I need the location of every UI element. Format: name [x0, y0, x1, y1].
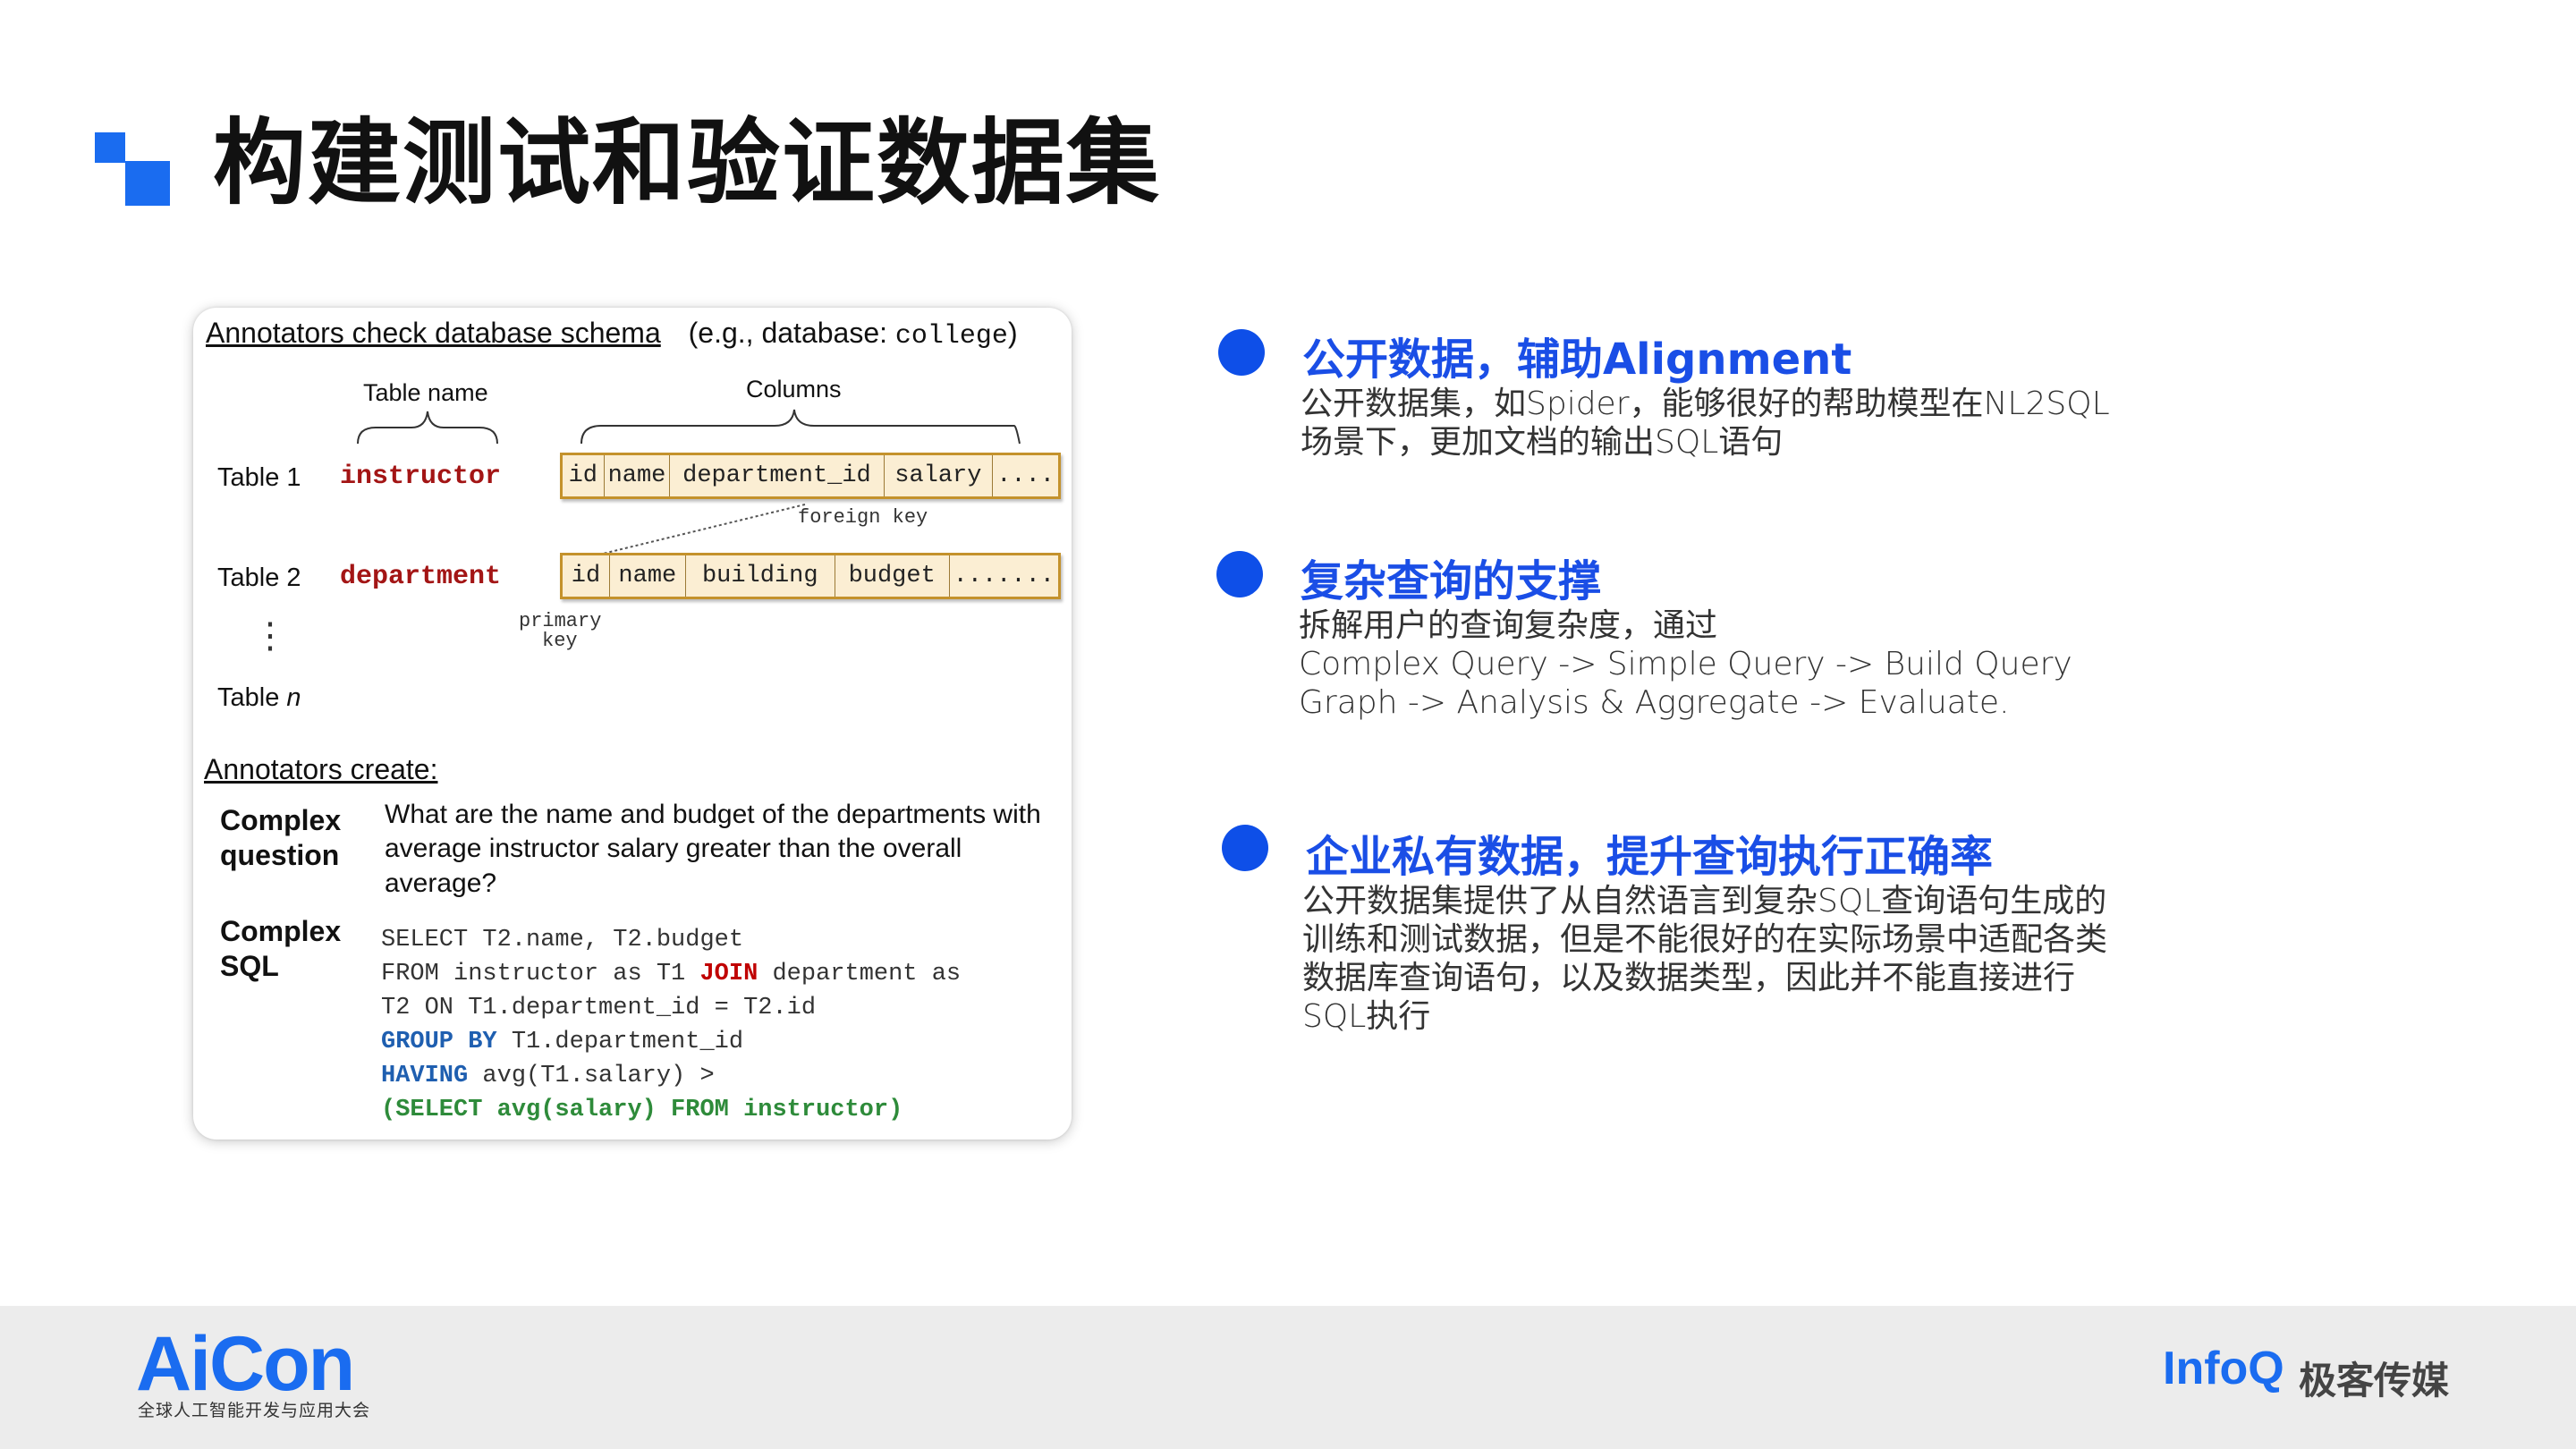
complex-question-label-line-2: question: [220, 839, 340, 872]
aicon-subtitle: 全球人工智能开发与应用大会: [138, 1401, 371, 1420]
sql-line-4: GROUP BY T1.department_id: [381, 1025, 961, 1059]
bullet-3-line-2: 训练和测试数据，但是不能很好的在实际场景中适配各类: [1302, 921, 2108, 958]
bullet-2-line-3: Graph -> Analysis & Aggregate -> Evaluat…: [1299, 684, 2010, 721]
table-2-column-more: .......: [953, 563, 1055, 589]
table-2-column-id: id: [563, 555, 610, 597]
complex-sql-label-line-1: Complex: [220, 915, 342, 947]
table-1-column-more: ....: [996, 462, 1055, 489]
table-1-column-name: name: [605, 455, 671, 496]
bullet-1-dot: [1218, 329, 1265, 376]
title-logo-large-square: [125, 161, 170, 206]
bullet-1-line-1: 公开数据集，如Spider，能够很好的帮助模型在NL2SQL: [1301, 386, 2110, 422]
sql-keyword-having: HAVING: [381, 1063, 469, 1089]
sql-line-5: HAVING avg(T1.salary) >: [381, 1059, 961, 1093]
infoq-geek-media-logo: 极客传媒: [2299, 1359, 2450, 1402]
annotators-create-header: Annotators create:: [204, 753, 438, 785]
complex-question-label-line-1: Complex: [220, 804, 342, 836]
sql-line-4-rest: T1.department_id: [496, 1029, 744, 1055]
bullet-3-title: 企业私有数据，提升查询执行正确率: [1306, 832, 1994, 882]
complex-question-text: What are the name and budget of the depa…: [385, 800, 1041, 898]
foreign-key-link: [598, 504, 806, 555]
bullet-2-dot: [1216, 551, 1263, 597]
table-1-name: instructor: [340, 462, 502, 492]
aicon-logo: AiCon: [136, 1321, 355, 1407]
table-2-column-name: name: [610, 555, 686, 597]
table-1-column-department-id: department_id: [670, 455, 885, 496]
foreign-key-label: foreign key: [798, 506, 928, 529]
schema-braces-and-links: [357, 409, 1021, 555]
page-title: 构建测试和验证数据集: [213, 108, 1162, 217]
sql-line-3: T2 ON T1.department_id = T2.id: [381, 995, 817, 1021]
columns-brace: [580, 409, 1021, 445]
schema-figure-card: Annotators check database schema (e.g., …: [193, 308, 1072, 1140]
table-2-column-budget: budget: [835, 555, 950, 597]
bullet-2-body: 拆解用户的查询复杂度，通过 Complex Query -> Simple Qu…: [1299, 606, 2072, 722]
table-n-label: Table n: [217, 683, 301, 713]
sql-line-5-rest: avg(T1.salary) >: [468, 1063, 715, 1089]
sql-keyword-group-by: GROUP BY: [381, 1029, 497, 1055]
bullet-2-title: 复杂查询的支撑: [1301, 556, 1602, 606]
sql-line-2: FROM instructor as T1 JOIN department as: [381, 957, 961, 991]
table-2-label: Table 2: [217, 564, 301, 592]
bullet-2-line-2: Complex Query -> Simple Query -> Build Q…: [1299, 646, 2072, 682]
bullet-3-dot: [1222, 825, 1268, 871]
complex-sql-label: Complex SQL: [220, 914, 341, 984]
complex-question-label: Complex question: [220, 803, 341, 873]
table-1-column-salary: salary: [885, 455, 994, 496]
bullet-3-body: 公开数据集提供了从自然语言到复杂SQL查询语句生成的 训练和测试数据，但是不能很…: [1302, 882, 2107, 1036]
bullet-2-line-1: 拆解用户的查询复杂度，通过: [1299, 607, 1718, 644]
bullet-3-line-3: 数据库查询语句，以及数据类型，因此并不能直接进行: [1302, 960, 2076, 996]
sql-line-2-part-b: department as: [758, 961, 962, 987]
complex-sql-code: SELECT T2.name, T2.budget FROM instructo…: [381, 923, 961, 1127]
title-logo-small-square: [95, 132, 125, 163]
bullet-1-body: 公开数据集，如Spider，能够很好的帮助模型在NL2SQL 场景下，更加文档的…: [1301, 385, 2110, 462]
more-tables-dots: ⋮: [252, 616, 288, 656]
complex-sql-label-line-2: SQL: [220, 950, 279, 983]
bullet-1-title: 公开数据，辅助Alignment: [1302, 335, 1852, 385]
table-name-brace: [357, 411, 498, 445]
table-1-columns: id name department_id salary ....: [560, 453, 1061, 499]
bullet-1-line-2: 场景下，更加文档的输出SQL语句: [1301, 424, 1784, 461]
table-n-var: n: [286, 683, 301, 712]
table-1-label: Table 1: [217, 463, 301, 492]
sql-keyword-join: JOIN: [699, 961, 758, 987]
table-2-columns: id name building budget .......: [560, 553, 1061, 599]
table-2-column-building: building: [686, 555, 835, 597]
table-2-name: department: [340, 562, 502, 592]
sql-line-6-subquery: (SELECT avg(salary) FROM instructor): [381, 1097, 903, 1123]
infoq-logo: InfoQ: [2163, 1343, 2284, 1394]
sql-line-1: SELECT T2.name, T2.budget: [381, 927, 744, 953]
bullet-3-line-4: SQL执行: [1302, 998, 1431, 1035]
table-1-column-id: id: [563, 455, 605, 496]
primary-key-label-line-2: key: [542, 630, 578, 652]
bullet-3-line-1: 公开数据集提供了从自然语言到复杂SQL查询语句生成的: [1302, 883, 2107, 919]
table-n-prefix: Table: [217, 683, 287, 712]
sql-line-2-part-a: FROM instructor as T1: [381, 961, 700, 987]
